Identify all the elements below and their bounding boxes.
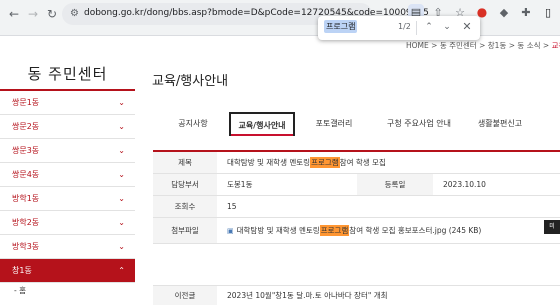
forward-arrow-icon[interactable]: → (24, 5, 42, 23)
table-row: 제목 대학탐방 및 재학생 멘토링 프로그램 참여 학생 모집 (153, 152, 560, 174)
sidebar-title: 동 주민센터 (27, 65, 108, 83)
date-value: 2023.10.10 (443, 180, 486, 189)
chevron-down-icon: ⌄ (118, 146, 125, 155)
sidebar-subitem-home[interactable]: - 홈 (0, 283, 135, 299)
sidebar-item-chang1[interactable]: 창1동 ⌃ (0, 259, 135, 283)
attachment-text-rest: 참여 학생 모집 홍보포스터.jpg (245 KB) (349, 226, 482, 235)
table-row: 첨부파일 ▣ 대학탐방 및 재학생 멘토링 프로그램 참여 학생 모집 홍보포스… (153, 218, 560, 244)
prev-post-link[interactable]: 2023년 10월"창1동 달.마.토 아나바다 장터" 개최 (217, 286, 388, 305)
find-input[interactable]: 프로그램 (324, 20, 358, 33)
file-image-icon: ▣ (227, 226, 234, 235)
attachment-label: 첨부파일 (153, 218, 217, 243)
date-label: 등록일 (357, 174, 433, 195)
sidebar-item-ssangmun3[interactable]: 쌍문3동 ⌄ (0, 139, 135, 163)
sidebar-item-label: 쌍문1동 (12, 98, 40, 107)
breadcrumb-dong-center[interactable]: 동 주민센터 (440, 41, 477, 50)
back-arrow-icon[interactable]: ← (5, 5, 23, 23)
find-divider (416, 21, 417, 35)
sidebar-item-label: 창1동 (12, 266, 32, 275)
sidebar-item-ssangmun4[interactable]: 쌍문4동 ⌄ (0, 163, 135, 187)
tab-label: 교육/행사안내 (238, 121, 286, 130)
sidepanel-icon[interactable]: ▯ (540, 4, 556, 20)
tab-underline (231, 134, 293, 136)
sidebar-menu: 쌍문1동 ⌄ 쌍문2동 ⌄ 쌍문3동 ⌄ 쌍문4동 ⌄ 방학1동 ⌄ 방학2동 ⌄ 방학3동… (0, 91, 135, 299)
sidebar-item-label: 쌍문4동 (12, 170, 40, 179)
find-count: 1/2 (398, 22, 411, 31)
chevron-down-icon[interactable]: ⌄ (440, 20, 454, 34)
sidebar-item-label: 쌍문2동 (12, 122, 40, 131)
views-label: 조회수 (153, 196, 217, 217)
prev-post-label: 이전글 (153, 286, 217, 305)
attachment-highlight: 프로그램 (319, 225, 350, 236)
sidebar-item-banghak1[interactable]: 방학1동 ⌄ (0, 187, 135, 211)
sidebar-subitem-label: 홈 (19, 286, 26, 295)
tab-education-events[interactable]: 교육/행사안내 (229, 112, 295, 136)
breadcrumb-current[interactable]: 교육 (552, 41, 560, 50)
chevron-down-icon: ⌄ (118, 242, 125, 251)
site-info-icon[interactable]: ⚙ (68, 7, 81, 20)
reload-icon[interactable]: ↻ (43, 5, 61, 23)
subject-label: 제목 (153, 152, 217, 173)
sidebar-item-ssangmun2[interactable]: 쌍문2동 ⌄ (0, 115, 135, 139)
find-bar: 프로그램 1/2 ⌃ ⌄ ✕ (318, 16, 480, 40)
table-row: 조회수 15 (153, 196, 560, 218)
prev-post-row: 이전글 2023년 10월"창1동 달.마.토 아나바다 장터" 개최 (153, 285, 560, 305)
table-row: 담당부서 도봉1동 등록일 2023.10.10 (153, 174, 560, 196)
sidebar-item-label: 방학1동 (12, 194, 40, 203)
attachment-text: 대학탐방 및 재학생 멘토링 (236, 226, 320, 235)
sidebar-item-label: 방학3동 (12, 242, 40, 251)
chevron-down-icon: ⌄ (118, 98, 125, 107)
chevron-up-icon: ⌃ (118, 266, 125, 275)
tab-notice[interactable]: 공지사항 (157, 112, 229, 136)
sidebar-item-label: 쌍문3동 (12, 146, 40, 155)
tab-complaint-report[interactable]: 생활불편신고 (465, 112, 535, 136)
post-detail-table: 제목 대학탐방 및 재학생 멘토링 프로그램 참여 학생 모집 담당부서 도봉1… (153, 150, 560, 244)
extensions-puzzle-icon[interactable]: ✚ (518, 4, 534, 20)
tab-photo-gallery[interactable]: 포토갤러리 (295, 112, 373, 136)
subject-text-rest: 참여 학생 모집 (339, 158, 386, 167)
close-icon[interactable]: ✕ (460, 20, 474, 34)
preview-button[interactable]: 미 (544, 220, 560, 234)
subject-text: 대학탐방 및 재학생 멘토링 (227, 158, 311, 167)
breadcrumb-news[interactable]: 동 소식 (517, 41, 540, 50)
tab-district-projects[interactable]: 구청 주요사업 안내 (373, 112, 465, 136)
chevron-down-icon: ⌄ (118, 218, 125, 227)
subject-highlight: 프로그램 (310, 157, 340, 168)
attachment-link[interactable]: ▣ 대학탐방 및 재학생 멘토링 프로그램 참여 학생 모집 홍보포스터.jpg… (217, 218, 481, 243)
chevron-down-icon: ⌄ (118, 170, 125, 179)
tab-bar: 공지사항 교육/행사안내 포토갤러리 구청 주요사업 안내 생활불편신고 (157, 112, 535, 136)
sidebar-item-label: 방학2동 (12, 218, 40, 227)
breadcrumb-chang1dong[interactable]: 창1동 (488, 41, 507, 50)
sidebar-item-ssangmun1[interactable]: 쌍문1동 ⌄ (0, 91, 135, 115)
views-value: 15 (227, 202, 237, 211)
shield-icon[interactable]: ◆ (496, 4, 512, 20)
breadcrumb: HOME > 동 주민센터 > 창1동 > 동 소식 > 교육 (406, 40, 560, 51)
chevron-down-icon: ⌄ (118, 194, 125, 203)
chevron-down-icon: ⌄ (118, 122, 125, 131)
page-title: 교육/행사안내 (152, 74, 229, 89)
breadcrumb-home[interactable]: HOME (406, 41, 429, 50)
subject-value: 대학탐방 및 재학생 멘토링 프로그램 참여 학생 모집 (217, 152, 386, 173)
sidebar-item-banghak2[interactable]: 방학2동 ⌄ (0, 211, 135, 235)
chevron-up-icon[interactable]: ⌃ (422, 20, 436, 34)
sidebar-item-banghak3[interactable]: 방학3동 ⌄ (0, 235, 135, 259)
dept-value: 도봉1동 (227, 180, 253, 189)
dept-label: 담당부서 (153, 174, 217, 195)
